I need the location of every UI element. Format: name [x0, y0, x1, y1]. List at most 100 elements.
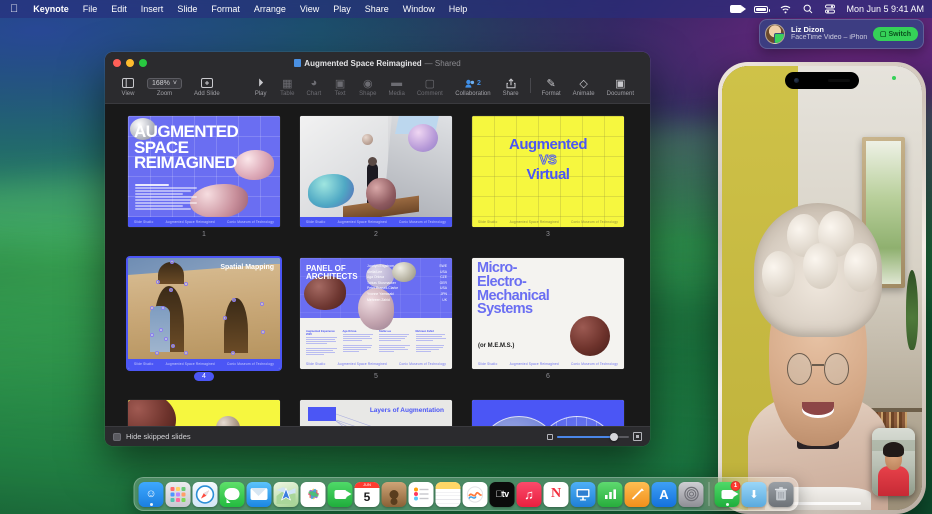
small-thumbnail-icon[interactable] [547, 434, 553, 440]
menu-item-arrange[interactable]: Arrange [247, 0, 293, 18]
slide-thumbnail-9[interactable]: PHYSICAL AUGMENTED VIRTUAL [472, 400, 624, 426]
slide-navigator[interactable]: AUGMENTED SPACE REIMAGINED Slide Studio … [105, 104, 650, 426]
search-icon[interactable] [797, 4, 819, 14]
window-title: Augmented Space Reimagined — Shared [105, 59, 650, 68]
slider-knob[interactable] [610, 433, 618, 441]
slide-cell[interactable]: Augmented VS Virtual Slide Studio Augmen… [472, 116, 624, 240]
menu-item-file[interactable]: File [76, 0, 105, 18]
dock-icon-finder[interactable]: ☺ [139, 482, 164, 507]
dock-icon-notes[interactable] [436, 482, 461, 507]
toolbar-add-slide-button[interactable]: Add Slide [188, 76, 226, 97]
menu-item-format[interactable]: Format [204, 0, 247, 18]
battery-icon[interactable] [748, 6, 774, 13]
menu-item-share[interactable]: Share [358, 0, 396, 18]
dock-icon-settings[interactable] [679, 482, 704, 507]
toolbar-media-label: Media [388, 91, 404, 97]
slide-cell[interactable]: Slide Studio Augmented Space Reimagined … [300, 116, 452, 240]
close-button[interactable] [113, 59, 121, 67]
slide-thumbnail-3[interactable]: Augmented VS Virtual Slide Studio Augmen… [472, 116, 624, 227]
dock-icon-numbers[interactable] [598, 482, 623, 507]
slide-thumbnail-7[interactable]: AUGO [128, 400, 280, 426]
maximize-button[interactable] [139, 59, 147, 67]
dock-icon-news[interactable]: N [544, 482, 569, 507]
iphone-device[interactable] [718, 62, 926, 514]
dock-icon-photos[interactable] [301, 482, 326, 507]
toolbar-media-button[interactable]: ▬ Media [382, 76, 410, 97]
dock-icon-calendar[interactable]: JUN 5 [355, 482, 380, 507]
toolbar-comment-button[interactable]: ▢ Comment [411, 76, 449, 97]
toolbar-share-button[interactable]: Share [497, 76, 525, 97]
toolbar-table-button[interactable]: ▦ Table [274, 76, 300, 97]
thumbnail-size-slider[interactable] [557, 436, 629, 438]
menu-item-edit[interactable]: Edit [104, 0, 134, 18]
keynote-window[interactable]: Augmented Space Reimagined — Shared View… [105, 52, 650, 446]
dock-icon-reminders[interactable] [409, 482, 434, 507]
facetime-notification-banner[interactable]: Liz Dizon FaceTime Video – iPhone › ▢ Sw… [759, 19, 924, 49]
hide-skipped-slides-checkbox[interactable] [113, 433, 121, 441]
dock-icon-maps[interactable] [274, 482, 299, 507]
menu-item-play[interactable]: Play [326, 0, 358, 18]
slide-cell[interactable]: Micro- Electro- Mechanical Systems (or M… [472, 258, 624, 382]
dock-icon-music[interactable]: ♫ [517, 482, 542, 507]
slide-thumbnail-1[interactable]: AUGMENTED SPACE REIMAGINED Slide Studio … [128, 116, 280, 227]
apple-menu-icon[interactable]:  [7, 0, 26, 18]
video-icon[interactable] [724, 5, 748, 13]
dock-icon-appletv[interactable]: tv [490, 482, 515, 507]
toolbar-group-insert: ▦ Table ◕ Chart ▣ Text ◉ Shape ▬ Media [274, 76, 449, 97]
slide-cell[interactable]: PANEL OF ARCHITECTS Jocelyn EngstromSWE … [300, 258, 452, 382]
dock-icon-facetime[interactable] [328, 482, 353, 507]
slide-thumbnail-5[interactable]: PANEL OF ARCHITECTS Jocelyn EngstromSWE … [300, 258, 452, 369]
slide-footer: Slide Studio Augmented Space Reimagined … [472, 217, 624, 227]
dock-icon-downloads[interactable]: ⬇ [742, 482, 767, 507]
dock-icon-freeform[interactable] [463, 482, 488, 507]
toolbar-shape-button[interactable]: ◉ Shape [353, 76, 382, 97]
minimize-button[interactable] [126, 59, 134, 67]
toolbar-text-button[interactable]: ▣ Text [327, 76, 353, 97]
slide-cell[interactable]: AUGMENTED SPACE REIMAGINED Slide Studio … [128, 116, 280, 240]
toolbar-chart-button[interactable]: ◕ Chart [300, 76, 327, 97]
dock-icon-messages[interactable] [220, 482, 245, 507]
slide-thumbnail-6[interactable]: Micro- Electro- Mechanical Systems (or M… [472, 258, 624, 369]
thumbnail-size-control[interactable] [547, 432, 642, 441]
menu-item-window[interactable]: Window [396, 0, 442, 18]
wifi-icon[interactable] [774, 5, 797, 14]
dock-icon-mail[interactable] [247, 482, 272, 507]
dock-icon-appstore[interactable]: A [652, 482, 677, 507]
dock-icon-trash[interactable] [769, 482, 794, 507]
dock-icon-facetime-call[interactable]: 1 [715, 482, 740, 507]
switch-button[interactable]: ▢ Switch [873, 27, 918, 41]
iphone-screen[interactable] [722, 66, 922, 510]
slide-cell[interactable]: AUGO [128, 400, 280, 426]
slide-thumbnail-2[interactable]: Slide Studio Augmented Space Reimagined … [300, 116, 452, 227]
menu-item-help[interactable]: Help [442, 0, 475, 18]
dock-icon-safari[interactable] [193, 482, 218, 507]
document-title: Augmented Space Reimagined [304, 59, 421, 68]
dock-icon-pages[interactable] [625, 482, 650, 507]
toolbar-collaboration-button[interactable]: 2 Collaboration [449, 76, 496, 97]
slide-cell[interactable]: Spatial Mapping Slide Studio [128, 258, 280, 382]
control-center-icon[interactable] [819, 4, 841, 14]
self-view-pip[interactable] [872, 428, 915, 496]
toolbar-zoom-control[interactable]: 168% ˅ Zoom [141, 76, 188, 97]
menu-item-insert[interactable]: Insert [134, 0, 171, 18]
dock-icon-keynote[interactable] [571, 482, 596, 507]
toolbar-play-button[interactable]: ⏵ Play [248, 76, 274, 97]
menu-item-keynote[interactable]: Keynote [26, 0, 76, 18]
slide-thumbnail-4[interactable]: Spatial Mapping Slide Studio [128, 258, 280, 369]
dock-icon-launchpad[interactable] [166, 482, 191, 507]
menu-bar-clock[interactable]: Mon Jun 5 9:41 AM [841, 4, 924, 14]
large-thumbnail-icon[interactable] [633, 432, 642, 441]
toolbar-document-button[interactable]: ▣ Document [601, 76, 640, 97]
dock[interactable]: ☺ JUN 5 [134, 477, 799, 511]
dock-icon-contacts[interactable] [382, 482, 407, 507]
slide-cell[interactable]: PHYSICAL AUGMENTED VIRTUAL [472, 400, 624, 426]
slide-thumbnail-8[interactable]: Layers of Augmentation [300, 400, 452, 426]
toolbar-format-button[interactable]: ✎ Format [536, 76, 567, 97]
menu-item-slide[interactable]: Slide [170, 0, 204, 18]
toolbar-animate-button[interactable]: ◇ Animate [567, 76, 601, 97]
slide-4-title: Spatial Mapping [220, 264, 274, 271]
slide-cell[interactable]: Layers of Augmentation [300, 400, 452, 426]
zoom-percent-value[interactable]: 168% ˅ [147, 76, 182, 90]
menu-item-view[interactable]: View [293, 0, 326, 18]
toolbar-view-button[interactable]: View [115, 76, 141, 97]
